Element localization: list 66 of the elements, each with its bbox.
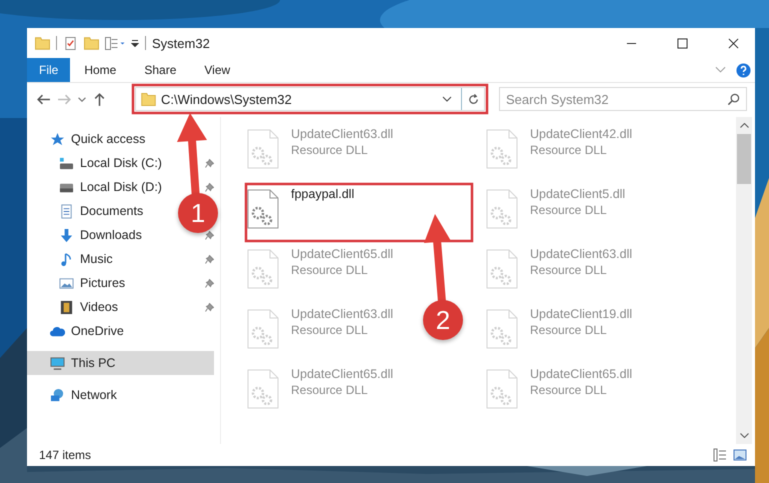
- scroll-down-icon[interactable]: [740, 433, 748, 438]
- film-icon: [59, 300, 74, 314]
- file-type: Resource DLL: [291, 143, 369, 157]
- file-gear-icon[interactable]: [247, 189, 279, 229]
- file-name[interactable]: fppaypal.dll: [291, 187, 354, 201]
- pin-icon[interactable]: [205, 302, 214, 312]
- help-icon[interactable]: [736, 62, 751, 78]
- scroll-up-icon[interactable]: [740, 123, 748, 128]
- properties-icon[interactable]: [63, 36, 78, 50]
- file-type: Resource DLL: [530, 263, 608, 277]
- details-view-icon[interactable]: [713, 448, 727, 462]
- file-type: Resource DLL: [291, 263, 369, 277]
- sidebar-item[interactable]: This PC: [27, 351, 214, 375]
- sidebar-item[interactable]: Quick access: [27, 127, 214, 151]
- document-icon: [59, 204, 74, 218]
- picture-icon: [59, 276, 74, 290]
- refresh-icon[interactable]: [467, 92, 480, 106]
- music-note-icon: [59, 252, 74, 266]
- scroll-thumb[interactable]: [737, 134, 751, 184]
- sidebar-item[interactable]: Downloads: [59, 223, 142, 247]
- download-icon: [59, 228, 74, 242]
- chevron-icon[interactable]: [715, 66, 726, 74]
- file-type: Resource DLL: [291, 323, 369, 337]
- pin-icon[interactable]: [205, 254, 214, 264]
- window-title: System32: [152, 36, 210, 50]
- file-type: Resource DLL: [530, 323, 608, 337]
- monitor-icon: [50, 356, 65, 370]
- search-field[interactable]: Search System32: [499, 87, 747, 111]
- file-type: Resource DLL: [530, 143, 608, 157]
- ribbon-tab[interactable]: View: [190, 58, 244, 82]
- sidebar-item[interactable]: OneDrive: [27, 319, 214, 343]
- dropdown-icon[interactable]: [442, 96, 452, 102]
- sidebar-item[interactable]: Local Disk (D:): [59, 175, 162, 199]
- folder-icon[interactable]: [35, 36, 50, 50]
- drive-icon: [59, 156, 74, 170]
- sidebar-item[interactable]: Pictures: [59, 271, 126, 295]
- sidebar-item[interactable]: Documents: [59, 199, 144, 223]
- sidebar-item[interactable]: Videos: [59, 295, 118, 319]
- folder-icon: [141, 92, 156, 106]
- thumbnail-view-icon[interactable]: [733, 448, 747, 462]
- address-field[interactable]: C:\Windows\System32: [135, 87, 485, 111]
- customize-icon[interactable]: [131, 40, 139, 46]
- pin-icon[interactable]: [205, 182, 214, 192]
- close-icon[interactable]: [728, 38, 739, 48]
- file-type: Resource DLL: [530, 383, 608, 397]
- ribbon-tab[interactable]: Share: [130, 58, 190, 82]
- address-path: C:\Windows\System32: [161, 92, 293, 106]
- ribbon-tab[interactable]: File: [27, 58, 70, 82]
- star-icon: [50, 132, 65, 146]
- search-icon: [727, 92, 740, 106]
- ribbon-tab[interactable]: Home: [70, 58, 130, 82]
- file-type: Resource DLL: [530, 203, 608, 217]
- up-icon[interactable]: [92, 92, 107, 106]
- sidebar-item[interactable]: Music: [59, 247, 113, 271]
- recent-icon[interactable]: [78, 96, 86, 102]
- new-folder-icon[interactable]: [84, 36, 99, 50]
- maximize-icon[interactable]: [677, 38, 688, 48]
- sidebar-item[interactable]: Local Disk (C:): [59, 151, 162, 175]
- pin-icon[interactable]: [205, 278, 214, 288]
- scrollbar[interactable]: [736, 117, 752, 444]
- file-type: Resource DLL: [291, 383, 369, 397]
- item-count: 147 items: [39, 448, 92, 462]
- pin-icon[interactable]: [205, 230, 214, 240]
- pin-icon[interactable]: [205, 158, 214, 168]
- sidebar-item[interactable]: Network: [27, 383, 214, 407]
- view-icon[interactable]: [105, 36, 125, 50]
